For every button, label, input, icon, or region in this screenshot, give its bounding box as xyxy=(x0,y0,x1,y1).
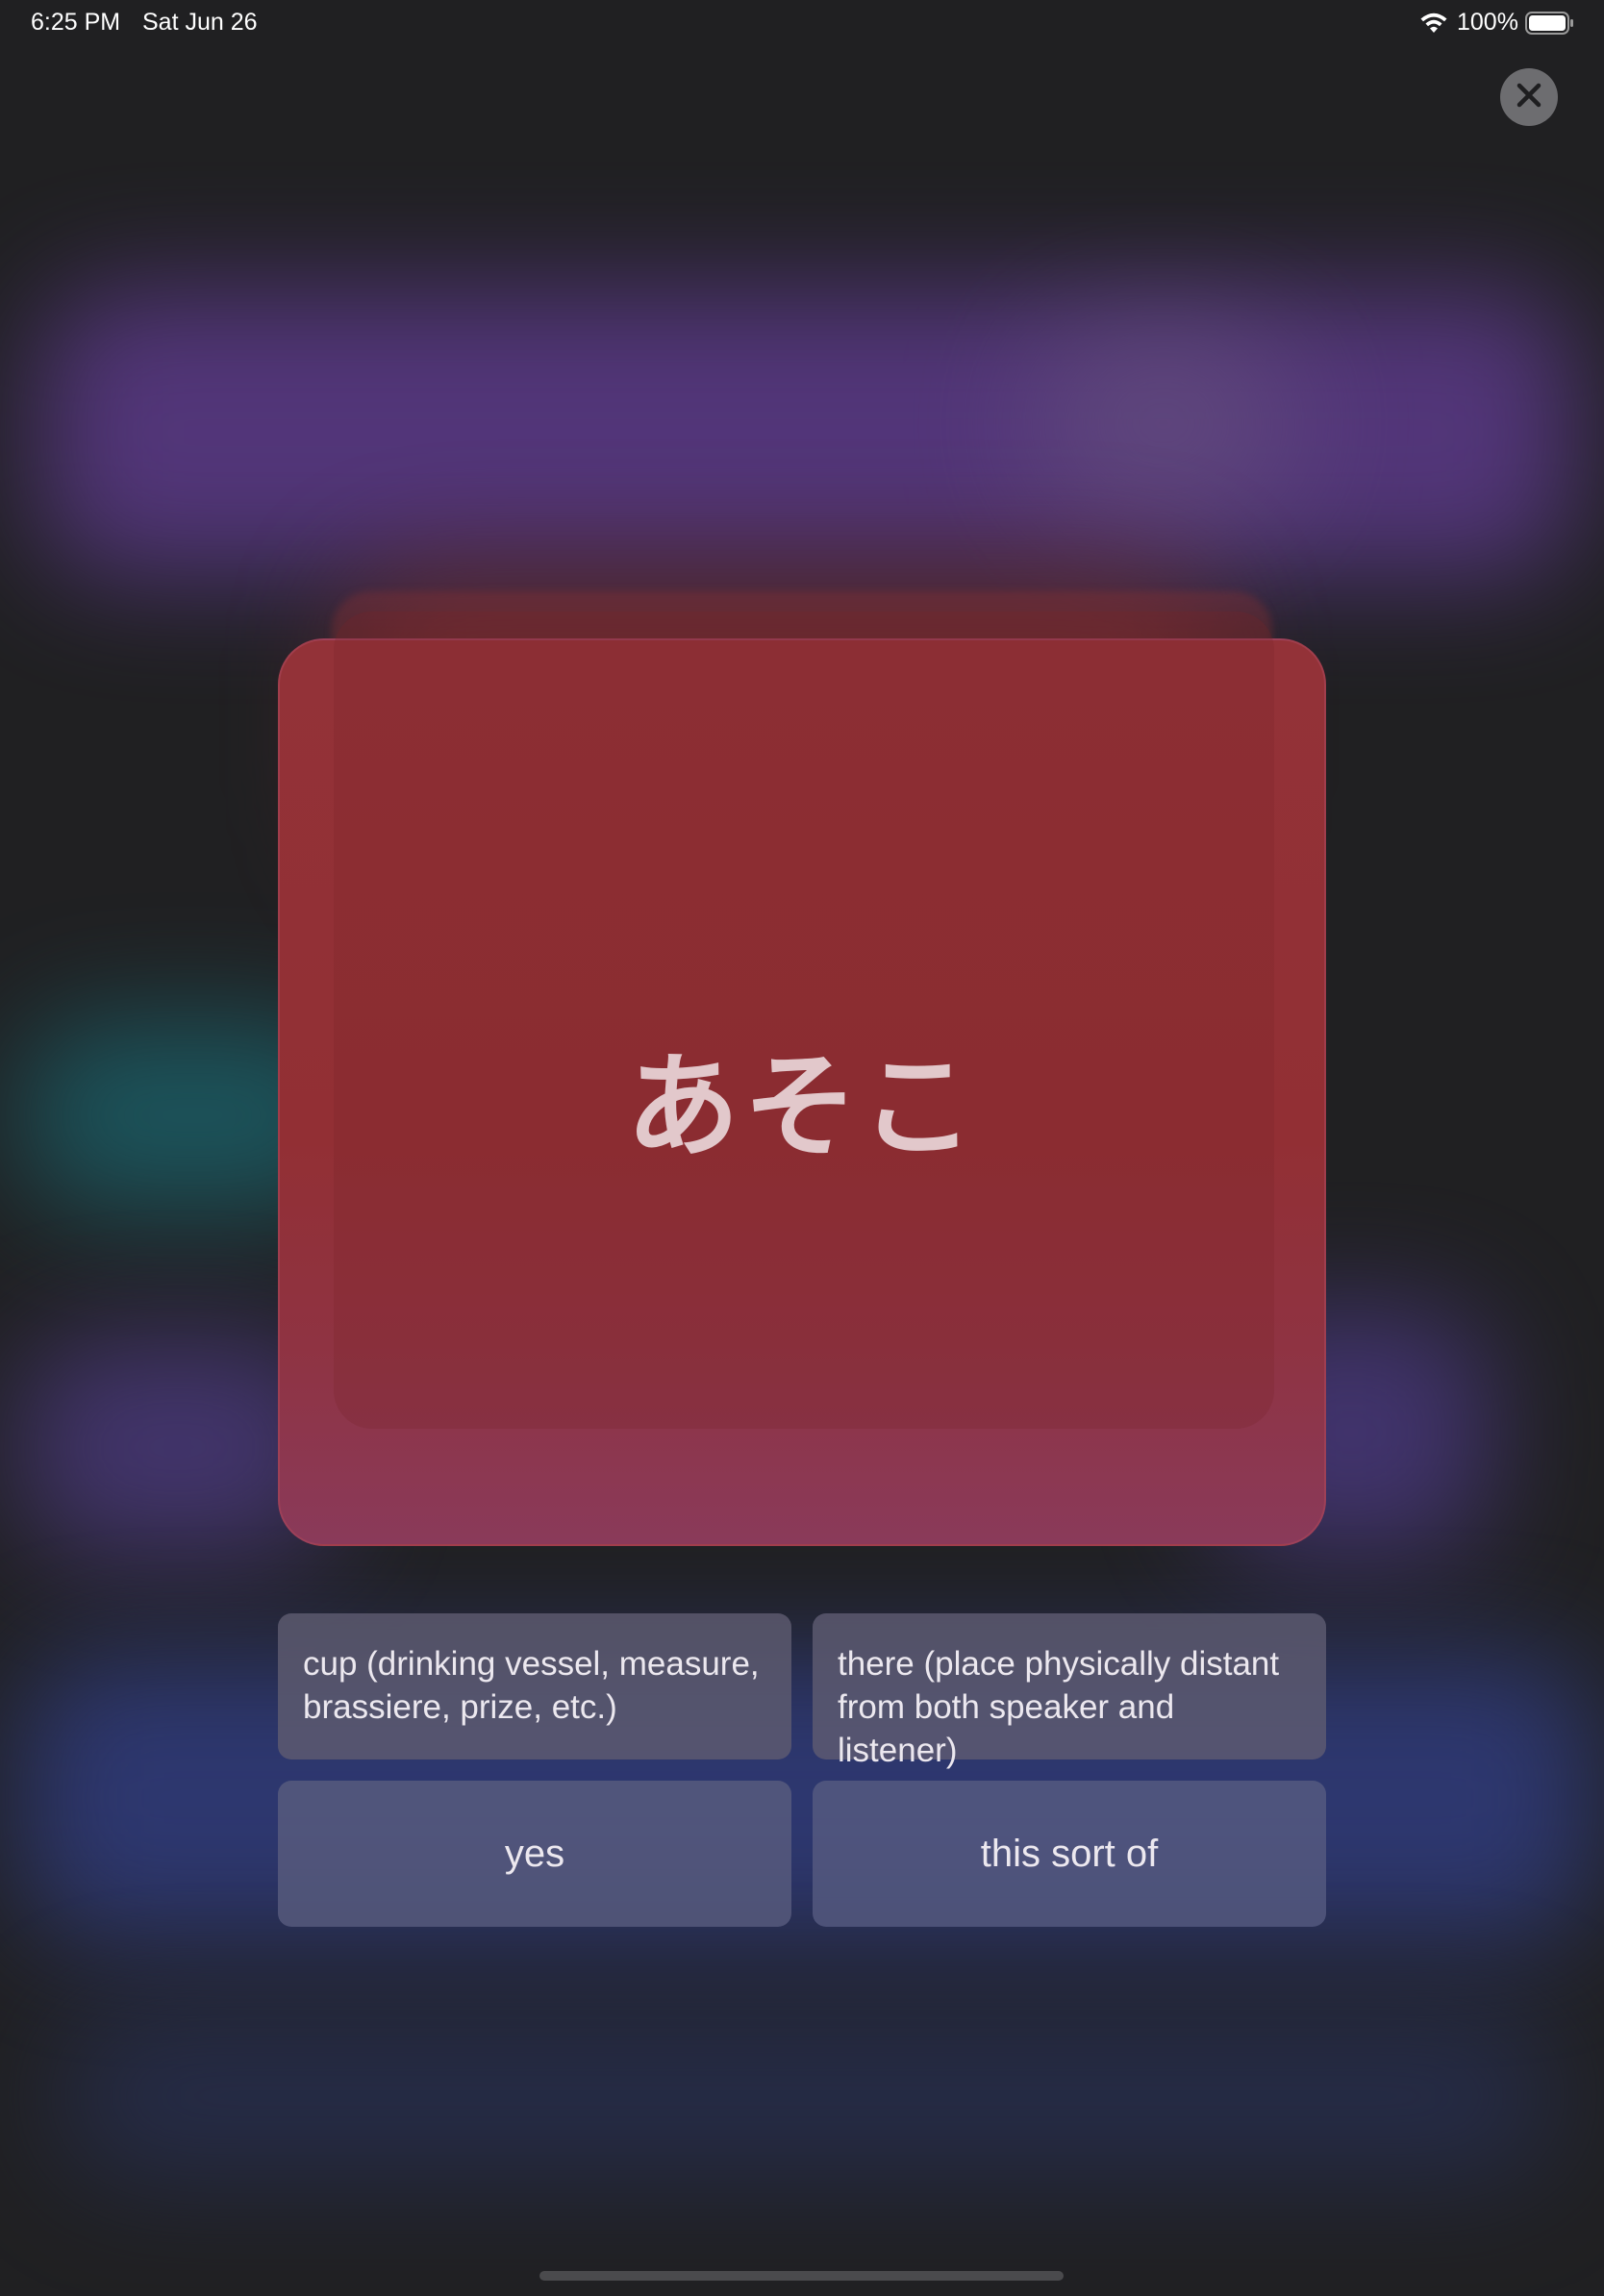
flash-card-word: あそこ xyxy=(625,1039,978,1173)
answer-option-label: this sort of xyxy=(980,1832,1159,1875)
battery-percentage: 100% xyxy=(1457,9,1518,36)
status-date: Sat Jun 26 xyxy=(142,9,258,36)
answer-option-there[interactable]: there (place physically distant from bot… xyxy=(813,1613,1326,1769)
background-blur-blue-low xyxy=(58,2009,1558,2183)
home-indicator[interactable] xyxy=(539,2271,1064,2281)
background-blur-purple xyxy=(38,288,1577,577)
background-blur-highlight xyxy=(1039,327,1289,519)
answer-option-label: there (place physically distant from bot… xyxy=(838,1645,1280,1769)
close-icon xyxy=(1516,82,1542,112)
close-button[interactable] xyxy=(1500,68,1558,126)
answer-option-cup[interactable]: cup (drinking vessel, measure, brassiere… xyxy=(278,1613,791,1759)
answer-option-label: cup (drinking vessel, measure, brassiere… xyxy=(303,1645,760,1726)
battery-full-icon xyxy=(1525,12,1575,35)
answer-option-label: yes xyxy=(504,1832,565,1875)
wifi-icon xyxy=(1419,12,1448,35)
answer-option-yes[interactable]: yes xyxy=(278,1781,791,1927)
flash-card[interactable]: あそこ xyxy=(278,611,1326,1546)
background-blur-blue xyxy=(19,1654,1596,1942)
status-bar: 6:25 PM Sat Jun 26 100% xyxy=(0,0,1604,46)
status-time: 6:25 PM xyxy=(31,9,121,36)
answer-option-this-sort-of[interactable]: this sort of xyxy=(813,1781,1326,1927)
quiz-screen: 6:25 PM Sat Jun 26 100% あそこ cup (drinkin… xyxy=(0,0,1604,2296)
